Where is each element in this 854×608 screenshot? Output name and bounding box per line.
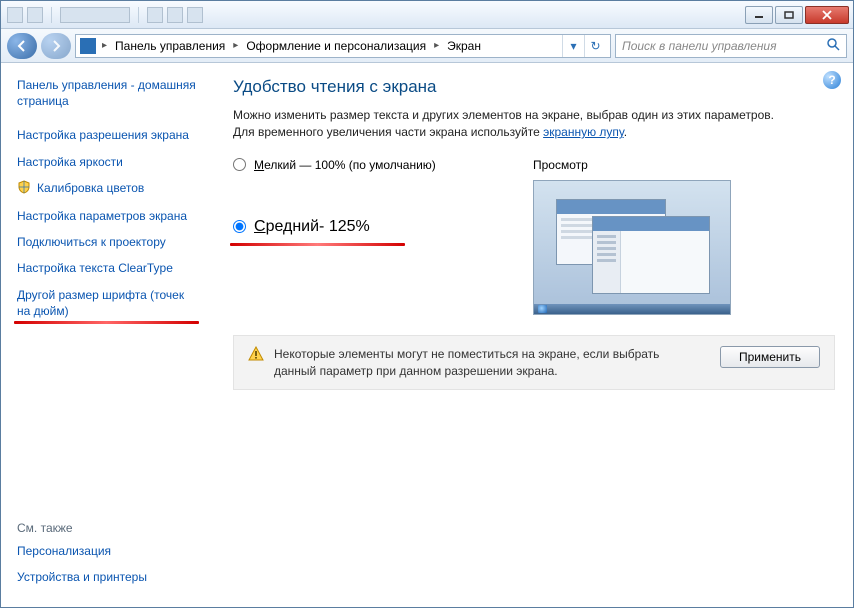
breadcrumb[interactable]: Экран (443, 37, 485, 55)
chevron-right-icon[interactable]: ▸ (231, 40, 240, 51)
breadcrumb[interactable]: Панель управления (111, 37, 229, 55)
control-panel-icon (80, 38, 96, 54)
chevron-down-icon[interactable]: ▾ (562, 35, 584, 57)
minimize-button[interactable] (745, 6, 773, 24)
apply-button[interactable]: Применить (720, 346, 820, 368)
body: Панель управления - домашняя страница На… (1, 63, 853, 607)
window: ▸ Панель управления ▸ Оформление и персо… (0, 0, 854, 608)
breadcrumb[interactable]: Оформление и персонализация (242, 37, 430, 55)
titlebar (1, 1, 853, 29)
highlight-underline (14, 321, 199, 324)
back-button[interactable] (7, 33, 37, 59)
minimize-icon (754, 11, 764, 19)
sidebar-seealso-devices[interactable]: Устройства и принтеры (17, 569, 199, 585)
sidebar-item-projector[interactable]: Подключиться к проектору (17, 234, 199, 250)
warning-text: Некоторые элементы могут не поместиться … (274, 346, 700, 380)
titlebar-glass-area (1, 7, 743, 23)
warning-icon (248, 346, 264, 362)
radio-medium-label: Средний- 125% (254, 218, 370, 236)
highlight-underline (230, 243, 405, 246)
see-also-heading: См. также (17, 521, 199, 535)
sidebar-item-resolution[interactable]: Настройка разрешения экрана (17, 127, 199, 143)
close-button[interactable] (805, 6, 849, 24)
navbar: ▸ Панель управления ▸ Оформление и персо… (1, 29, 853, 63)
search-placeholder: Поиск в панели управления (622, 39, 777, 53)
refresh-icon[interactable]: ↻ (584, 35, 606, 57)
page-description: Можно изменить размер текста и других эл… (233, 107, 793, 142)
sidebar-home-link[interactable]: Панель управления - домашняя страница (17, 77, 199, 109)
help-button[interactable]: ? (823, 71, 841, 89)
radio-option-medium[interactable]: Средний- 125% (233, 218, 503, 236)
footer-bar: Некоторые элементы могут не поместиться … (233, 335, 835, 391)
radio-medium[interactable] (233, 220, 246, 233)
magnifier-link[interactable]: экранную лупу (543, 125, 624, 139)
chevron-right-icon[interactable]: ▸ (432, 40, 441, 51)
preview-window-2 (592, 216, 710, 294)
sidebar: Панель управления - домашняя страница На… (1, 63, 211, 607)
maximize-button[interactable] (775, 6, 803, 24)
maximize-icon (784, 11, 794, 19)
page-title: Удобство чтения с экрана (233, 77, 835, 97)
close-icon (821, 10, 833, 20)
radio-small[interactable] (233, 158, 246, 171)
main-content: ? Удобство чтения с экрана Можно изменит… (211, 63, 853, 607)
address-bar[interactable]: ▸ Панель управления ▸ Оформление и персо… (75, 34, 611, 58)
shield-icon (17, 180, 31, 198)
chevron-right-icon[interactable]: ▸ (100, 40, 109, 51)
forward-button[interactable] (41, 33, 71, 59)
search-input[interactable]: Поиск в панели управления (615, 34, 847, 58)
arrow-right-icon (49, 39, 63, 53)
sidebar-item-calibration[interactable]: Калибровка цветов (17, 180, 199, 198)
preview-thumbnail[interactable] (533, 180, 731, 315)
sidebar-seealso-personalization[interactable]: Персонализация (17, 543, 199, 559)
sidebar-item-custom-dpi[interactable]: Другой размер шрифта (точек на дюйм) (17, 287, 199, 319)
sidebar-item-cleartype[interactable]: Настройка текста ClearType (17, 260, 199, 276)
arrow-left-icon (15, 39, 29, 53)
preview-label: Просмотр (533, 158, 731, 172)
sidebar-item-brightness[interactable]: Настройка яркости (17, 154, 199, 170)
search-icon[interactable] (826, 37, 840, 54)
sidebar-item-display-settings[interactable]: Настройка параметров экрана (17, 208, 199, 224)
radio-option-small[interactable]: Мелкий — 100% (по умолчанию) (233, 158, 503, 172)
radio-small-label: Мелкий — 100% (по умолчанию) (254, 158, 436, 172)
preview-taskbar (534, 304, 730, 314)
